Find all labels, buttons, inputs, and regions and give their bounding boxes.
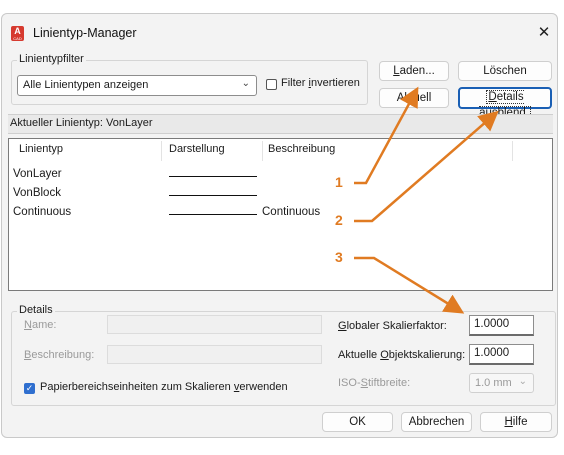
invert-filter-label: Filter invertieren <box>281 77 360 89</box>
linetype-row-name[interactable]: VonLayer <box>13 168 62 180</box>
chevron-down-icon: ⌄ <box>518 376 527 387</box>
ok-button[interactable]: OK <box>322 412 393 432</box>
annotation-label-3: 3 <box>335 249 343 265</box>
linetype-preview-line <box>169 176 257 177</box>
linetype-filter-select[interactable]: Alle Linientypen anzeigen ⌄ <box>17 75 257 96</box>
iso-pen-width-label: ISO-Stiftbreite: <box>338 377 411 389</box>
name-field <box>107 315 322 334</box>
load-button[interactable]: Laden... <box>379 61 449 81</box>
column-separator <box>262 141 263 161</box>
annotation-label-2: 2 <box>335 212 343 228</box>
object-scale-label: Aktuelle Objektskalierung: <box>338 349 466 361</box>
linetype-row-name[interactable]: Continuous <box>13 206 71 218</box>
linetype-list[interactable]: Linientyp Darstellung Beschreibung VonLa… <box>8 138 553 291</box>
paper-space-units-label: Papierbereichseinheiten zum Skalieren ve… <box>40 381 288 393</box>
title-bar: A CAD Linientyp-Manager ✕ <box>2 14 557 52</box>
autocad-app-icon: A CAD <box>11 26 24 41</box>
linetype-row-name[interactable]: VonBlock <box>13 187 61 199</box>
close-icon[interactable]: ✕ <box>533 23 555 43</box>
column-separator <box>512 141 513 161</box>
hide-details-button[interactable]: Details ausblend. <box>458 87 552 120</box>
description-label: Beschreibung: <box>24 349 95 361</box>
invert-filter-checkbox[interactable] <box>266 79 277 90</box>
delete-button[interactable]: Löschen <box>458 61 552 81</box>
global-scale-input[interactable]: 1.0000 <box>469 315 534 336</box>
current-button[interactable]: Aktuell <box>379 88 449 108</box>
details-group-label: Details <box>17 304 55 316</box>
linetype-manager-dialog: A CAD Linientyp-Manager ✕ Linientypfilte… <box>1 13 558 438</box>
column-header-appearance[interactable]: Darstellung <box>169 143 225 155</box>
dialog-title: Linientyp-Manager <box>33 26 137 40</box>
iso-pen-width-select: 1.0 mm ⌄ <box>469 373 534 393</box>
object-scale-input[interactable]: 1.0000 <box>469 344 534 365</box>
column-separator <box>161 141 162 161</box>
column-header-linetype[interactable]: Linientyp <box>19 143 63 155</box>
linetype-filter-group-label: Linientypfilter <box>17 53 86 65</box>
global-scale-label: Globaler Skalierfaktor: <box>338 320 447 332</box>
help-button[interactable]: Hilfe <box>480 412 552 432</box>
linetype-row-description: Continuous <box>262 206 321 218</box>
column-header-description[interactable]: Beschreibung <box>268 143 335 155</box>
app-icon-caption: CAD <box>13 36 22 41</box>
linetype-preview-line <box>169 214 257 215</box>
linetype-preview-line <box>169 195 257 196</box>
name-label: Name: <box>24 319 57 331</box>
annotation-label-1: 1 <box>335 174 343 190</box>
app-icon-letter: A <box>14 26 21 36</box>
cancel-button[interactable]: Abbrechen <box>401 412 472 432</box>
current-linetype-value: VonLayer <box>106 117 153 129</box>
paper-space-units-checkbox[interactable]: ✓ <box>24 383 35 394</box>
linetype-filter-value: Alle Linientypen anzeigen <box>23 79 149 91</box>
current-linetype-label: Aktueller Linientyp: VonLayer <box>10 117 153 129</box>
description-field <box>107 345 322 364</box>
chevron-down-icon: ⌄ <box>241 78 250 89</box>
